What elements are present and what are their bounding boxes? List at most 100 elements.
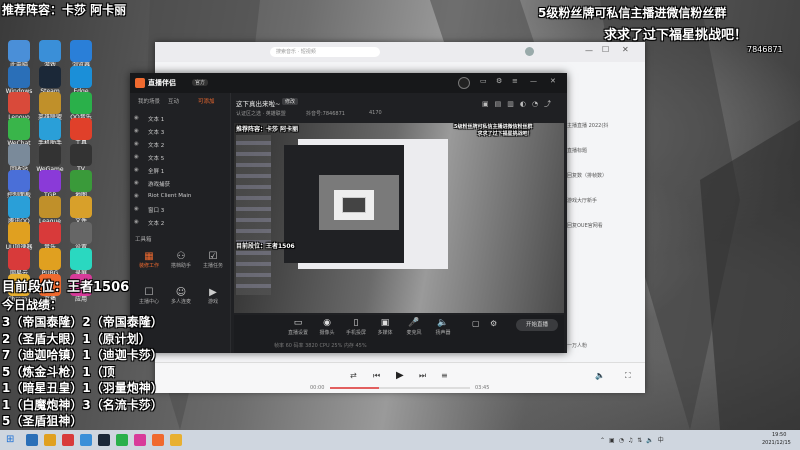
taskbar-app-icon[interactable]	[116, 434, 128, 446]
overlay-rank: 目前段位：王者1506	[2, 280, 130, 295]
record-icon[interactable]: ▢	[472, 319, 480, 328]
desktop-icon[interactable]: QQ音乐	[64, 92, 98, 121]
shuffle-icon[interactable]: ⇄	[350, 371, 357, 380]
desktop-icon[interactable]: 此电脑	[2, 40, 36, 69]
desktop-icon[interactable]: Windows	[2, 66, 36, 95]
eye-icon[interactable]: ◉	[134, 219, 139, 225]
tool-item[interactable]: ☺ 多人连麦	[166, 287, 196, 305]
source-item[interactable]: ◉ 文本 2	[130, 138, 230, 150]
control-button[interactable]: ▣ 多媒体	[371, 317, 399, 336]
desktop-icon[interactable]: 地图	[64, 170, 98, 199]
desktop-icon[interactable]: TV	[64, 144, 98, 173]
volume-icon[interactable]: 🔈	[595, 371, 605, 380]
eye-icon[interactable]: ◉	[134, 167, 139, 173]
tab-2[interactable]: 可添加	[198, 97, 215, 105]
desktop-icon[interactable]: 浏览器	[64, 40, 98, 69]
desktop-icon[interactable]: 工具	[64, 118, 98, 147]
tool-item[interactable]: ☐ 主播中心	[134, 287, 164, 305]
desktop-icon[interactable]: 文件	[64, 196, 98, 225]
fullscreen-icon[interactable]: ⛶	[625, 371, 631, 381]
start-live-button[interactable]: 开始直播	[516, 319, 558, 331]
eye-icon[interactable]: ◉	[134, 193, 139, 199]
close-icon[interactable]: ✕	[550, 77, 556, 85]
play-icon[interactable]: ▶	[396, 370, 404, 381]
tab-1[interactable]: 互动	[168, 97, 179, 105]
eye-icon[interactable]: ◉	[134, 180, 139, 186]
minimize-icon[interactable]: —	[530, 77, 537, 85]
taskbar-app-icon[interactable]	[170, 434, 182, 446]
eye-icon[interactable]: ◉	[134, 141, 139, 147]
settings-icon[interactable]: ⚙	[496, 77, 502, 85]
control-button[interactable]: ▯ 手机投屏	[342, 317, 370, 336]
taskbar-app-icon[interactable]	[98, 434, 110, 446]
control-button[interactable]: 🔈 扬声器	[429, 317, 457, 336]
source-item[interactable]: ◉ 文本 1	[130, 112, 230, 124]
taskbar-app-icon[interactable]	[134, 434, 146, 446]
eye-icon[interactable]: ◉	[134, 128, 139, 134]
playlist-icon[interactable]: ≡	[441, 371, 448, 380]
taskbar-app-icon[interactable]	[80, 434, 92, 446]
desktop-icon[interactable]: Steam	[33, 66, 67, 95]
edit-title-button[interactable]: 修改	[282, 98, 299, 105]
desktop-icon[interactable]: 手机助手	[33, 118, 67, 147]
source-item[interactable]: ◉ 全屏 1	[130, 164, 230, 176]
toolbar-icons[interactable]: ▣▤▥◐◔⤴	[482, 99, 557, 109]
menu-icon[interactable]: ≡	[512, 77, 518, 85]
message-icon[interactable]: ▭	[480, 77, 487, 85]
desktop-icon[interactable]: 腾讯QQ	[2, 196, 36, 225]
start-icon[interactable]: ⊞	[6, 434, 14, 446]
tab-0[interactable]: 我的场景	[138, 97, 160, 105]
tray-icons[interactable]: ⌃▣◔♫⇅🔈中	[600, 435, 668, 444]
desktop-icon[interactable]: 设置	[64, 222, 98, 251]
source-item[interactable]: ◉ 文本 2	[130, 216, 230, 228]
desktop-icon[interactable]: 回收站	[2, 144, 36, 173]
prev-icon[interactable]: ⏮	[373, 371, 380, 381]
taskbar-app-icon[interactable]	[44, 434, 56, 446]
next-icon[interactable]: ⏭	[419, 371, 426, 381]
desktop-icon[interactable]: 网易云	[2, 248, 36, 277]
settings-icon[interactable]: ⚙	[490, 319, 497, 328]
source-item[interactable]: ◉ 文本 3	[130, 125, 230, 137]
desktop-icon[interactable]: 英雄联盟	[33, 92, 67, 121]
desktop-icon[interactable]: 音乐	[33, 222, 67, 251]
desktop-icon[interactable]: Edge	[64, 66, 98, 95]
taskbar-app-icon[interactable]	[152, 434, 164, 446]
live-companion-window[interactable]: 直播伴侣 官方 ▭ ⚙ ≡ — ✕ 我的场景 互动 可添加 ◉ 文本 1 ◉ 文本 3 ◉ 文…	[130, 73, 567, 353]
desktop-icon[interactable]: 控制面板	[2, 170, 36, 199]
eye-icon[interactable]: ◉	[134, 115, 139, 121]
tool-item[interactable]: ▶ 游戏	[198, 287, 228, 305]
desktop-icon[interactable]: WeChat	[2, 118, 36, 147]
tool-item[interactable]: ☑ 主播任务	[198, 251, 228, 269]
source-item[interactable]: ◉ 文本 5	[130, 151, 230, 163]
source-item[interactable]: ◉ 游戏捕获	[130, 177, 230, 189]
desktop-icon[interactable]: UU加速器	[2, 222, 36, 251]
eye-icon[interactable]: ◉	[134, 206, 139, 212]
desktop-icon[interactable]: 游戏	[33, 40, 67, 69]
desktop-icon[interactable]: Lenovo	[2, 92, 36, 121]
avatar[interactable]	[458, 77, 470, 89]
tool-item[interactable]: ⚇ 搭档助手	[166, 251, 196, 269]
desktop-icon[interactable]: League	[33, 196, 67, 225]
tray-date: 2021/12/15	[762, 440, 791, 446]
source-item[interactable]: ◉ 窗口 3	[130, 203, 230, 215]
side-info-list: 主播直播 2022(抖 直播标题 回复数（排帧数） 游戏大厅新手 回复OUE官网看	[567, 122, 642, 247]
source-item[interactable]: ◉ Riot Client Main	[130, 190, 230, 202]
control-button[interactable]: 🎤 麦克风	[400, 317, 428, 336]
desktop-icon[interactable]: TGP	[33, 170, 67, 199]
taskbar-app-icon[interactable]	[26, 434, 38, 446]
taskbar-app-icon[interactable]	[62, 434, 74, 446]
desktop-icon[interactable]: WeGame	[33, 144, 67, 173]
close-icon[interactable]: ✕	[622, 45, 629, 54]
control-button[interactable]: ◉ 摄像头	[313, 317, 341, 336]
search-input[interactable]: 搜索音乐 · 短视频	[270, 47, 380, 57]
tool-item[interactable]: ▦ 装修工作	[134, 251, 164, 269]
avatar[interactable]	[525, 47, 534, 56]
app-icon	[70, 118, 92, 140]
maximize-icon[interactable]: ☐	[602, 45, 609, 54]
desktop-icon[interactable]: 录屏	[64, 248, 98, 277]
minimize-icon[interactable]: —	[585, 46, 593, 55]
control-button[interactable]: ▭ 直播设置	[284, 317, 312, 336]
progress-bar[interactable]	[330, 387, 470, 389]
eye-icon[interactable]: ◉	[134, 154, 139, 160]
desktop-icon[interactable]: PUBG	[33, 248, 67, 277]
